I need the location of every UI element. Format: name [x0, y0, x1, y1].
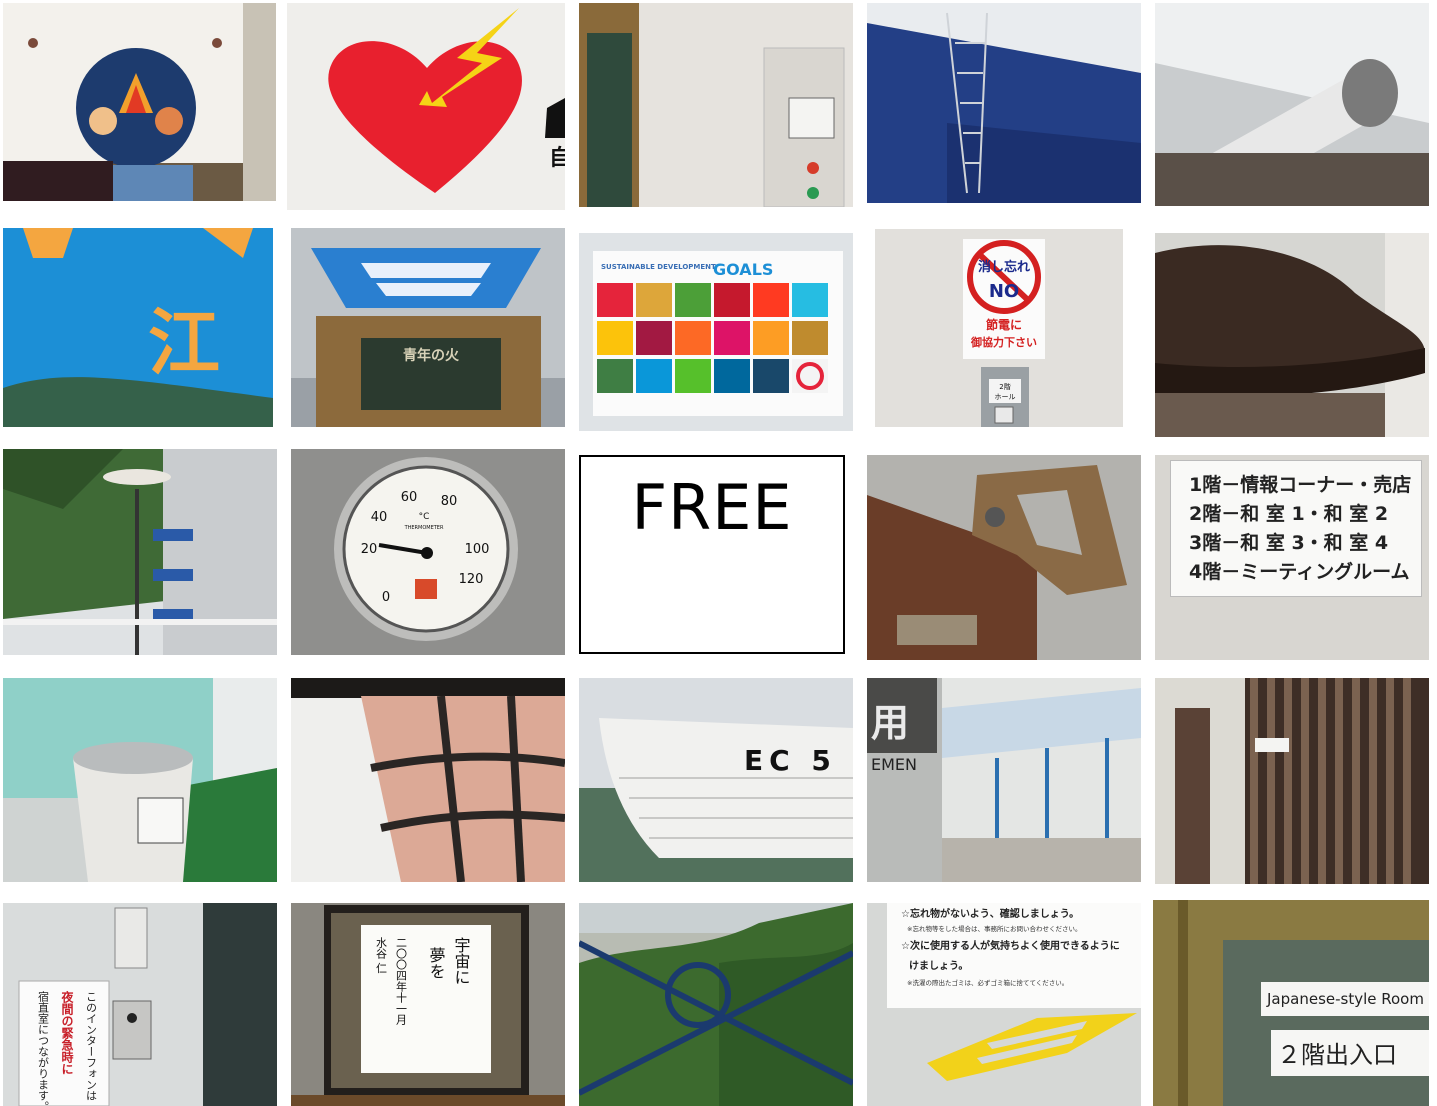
tile-floor-directory[interactable]: 1階－情報コーナー・売店 2階－和 室 1・和 室 2 3階－和 室 3・和 室… — [1155, 455, 1429, 660]
thermo-tick-120: 120 — [459, 572, 484, 587]
thermo-tick-100: 100 — [465, 542, 490, 557]
walkway-sign-text: EMEN — [871, 755, 917, 774]
tile-covered-walkway[interactable]: 用 EMEN — [867, 678, 1141, 882]
tile-youth-fire-monument[interactable]: 青年の火 — [291, 228, 565, 427]
switch-label-1: 2階 — [999, 382, 1010, 391]
tile-sdgs-poster[interactable]: SUSTAINABLE DEVELOPMENT GOALS — [579, 233, 853, 431]
blue-building-ladder-image — [867, 3, 1141, 203]
heart-lightning-image: 自 — [287, 3, 565, 210]
calligraphy-col1: 宇宙に — [452, 937, 471, 985]
tile-ring-railing-view[interactable] — [579, 903, 853, 1106]
tile-free-square[interactable]: FREE — [579, 455, 845, 654]
ceiling-vent-pipe-image — [1155, 3, 1429, 206]
intercom-col3: 宿直室につながります。 — [37, 990, 50, 1106]
switch-sign-line4: 御協力下さい — [970, 335, 1037, 349]
blue-sign-character: 江 — [148, 301, 220, 385]
boat-hull-label: EC 5 — [744, 744, 837, 777]
tile-building-lamp-post[interactable] — [3, 449, 277, 655]
tile-drinking-fountain[interactable] — [3, 678, 277, 882]
sdgs-poster-image: SUSTAINABLE DEVELOPMENT GOALS — [579, 233, 853, 431]
tile-lost-items-notice[interactable]: ☆忘れ物がないよう、確認しましょう。 ※忘れ物等をした場合は、事務所にお問い合わ… — [867, 903, 1141, 1106]
tile-arched-window-grid[interactable] — [291, 678, 565, 882]
intercom-col1: このインターフォンは — [85, 991, 98, 1101]
thermo-tick-0: 0 — [382, 590, 390, 605]
thermo-tick-80: 80 — [441, 494, 458, 509]
tile-rusty-saw-handle[interactable] — [867, 455, 1141, 660]
floor-line-2: 2階－和 室 1・和 室 2 — [1189, 503, 1389, 525]
covered-walkway-image: 用 EMEN — [867, 678, 1141, 882]
building-lamp-post-image — [3, 449, 277, 655]
sdgs-title-small: SUSTAINABLE DEVELOPMENT — [601, 263, 716, 271]
monument-plaque-title: 青年の火 — [403, 347, 460, 364]
tile-framed-calligraphy[interactable]: 宇宙に 夢を 二〇〇四年十一月 水谷 仁 — [291, 903, 565, 1106]
floor-line-1: 1階－情報コーナー・売店 — [1189, 474, 1412, 496]
door-sign-line2: ２階出入口 — [1277, 1041, 1397, 1069]
mascot-sign-image — [3, 3, 276, 201]
notice-line3: ☆次に使用する人が気持ちよく使用できるように — [901, 939, 1120, 952]
thermo-brand: THERMOMETER — [404, 525, 444, 531]
svg-text:自: 自 — [549, 145, 565, 171]
tile-heart-lightning[interactable]: 自 — [287, 3, 565, 210]
youth-fire-monument-image: 青年の火 — [291, 228, 565, 427]
door-sign-line1: Japanese-style Room — [1266, 990, 1424, 1008]
intercom-notice-image: このインターフォンは 夜間の緊急時に 宿直室につながります。 — [3, 903, 277, 1106]
tile-boot-sculpture[interactable] — [1155, 233, 1429, 437]
intercom-col2: 夜間の緊急時に — [60, 990, 74, 1075]
boat-hull-image: EC 5 — [579, 678, 853, 882]
tile-ceiling-vent-pipe[interactable] — [1155, 3, 1429, 206]
free-label: FREE — [631, 471, 793, 544]
tile-thermometer-dial[interactable]: 0 20 40 60 80 100 120 °C THERMOMETER — [291, 449, 565, 655]
calligraphy-col4: 水谷 仁 — [375, 937, 388, 974]
thermo-tick-20: 20 — [361, 542, 378, 557]
ring-railing-view-image — [579, 903, 853, 1106]
tile-blue-sign-closeup[interactable]: 江 — [3, 228, 273, 427]
floor-line-3: 3階－和 室 3・和 室 4 — [1189, 532, 1389, 554]
switch-sign-line1: 消し忘れ — [978, 259, 1030, 275]
switch-label-2: ホール — [995, 393, 1016, 401]
switch-sign-line3: 節電に — [986, 317, 1022, 332]
sdgs-title-big: GOALS — [713, 260, 773, 279]
notice-line2: ※忘れ物等をした場合は、事務所にお問い合わせください。 — [907, 924, 1081, 933]
thermo-tick-40: 40 — [371, 510, 388, 525]
thermo-unit: °C — [419, 512, 430, 522]
switch-off-sign-image: 消し忘れ NO 節電に 御協力下さい 2階 ホール — [875, 229, 1123, 427]
thermo-tick-60: 60 — [401, 490, 418, 505]
tile-switch-off-sign[interactable]: 消し忘れ NO 節電に 御協力下さい 2階 ホール — [875, 229, 1123, 427]
wood-slat-hallway-image — [1155, 678, 1429, 884]
tile-wall-panel-meter[interactable] — [579, 3, 853, 207]
notice-line1: ☆忘れ物がないよう、確認しましょう。 — [901, 907, 1079, 920]
notice-line4: けましょう。 — [909, 960, 968, 972]
calligraphy-col3: 二〇〇四年十一月 — [395, 937, 408, 1025]
arched-window-grid-image — [291, 678, 565, 882]
blue-sign-closeup-image: 江 — [3, 228, 273, 427]
tile-blue-building-ladder[interactable] — [867, 3, 1141, 203]
tile-intercom-notice[interactable]: このインターフォンは 夜間の緊急時に 宿直室につながります。 — [3, 903, 277, 1106]
tile-mascot-sign[interactable] — [3, 3, 276, 201]
tile-room-door-sign[interactable]: Japanese-style Room ２階出入口 — [1153, 900, 1429, 1106]
framed-calligraphy-image: 宇宙に 夢を 二〇〇四年十一月 水谷 仁 — [291, 903, 565, 1106]
walkway-sign-char: 用 — [871, 701, 909, 745]
tile-wood-slat-hallway[interactable] — [1155, 678, 1429, 884]
switch-sign-line2: NO — [989, 281, 1019, 302]
thermometer-dial-image: 0 20 40 60 80 100 120 °C THERMOMETER — [291, 449, 565, 655]
rusty-saw-handle-image — [867, 455, 1141, 660]
floor-line-4: 4階－ミーティングルーム — [1189, 561, 1410, 583]
calligraphy-col2: 夢を — [427, 947, 446, 979]
lost-items-notice-image: ☆忘れ物がないよう、確認しましょう。 ※忘れ物等をした場合は、事務所にお問い合わ… — [867, 903, 1141, 1106]
notice-line5: ※洗濯の際出たゴミは、必ずゴミ箱に捨ててください。 — [907, 978, 1068, 987]
tile-boat-hull[interactable]: EC 5 — [579, 678, 853, 882]
drinking-fountain-image — [3, 678, 277, 882]
wall-panel-meter-image — [579, 3, 853, 207]
room-door-sign-image: Japanese-style Room ２階出入口 — [1153, 900, 1429, 1106]
boot-sculpture-image — [1155, 233, 1429, 437]
